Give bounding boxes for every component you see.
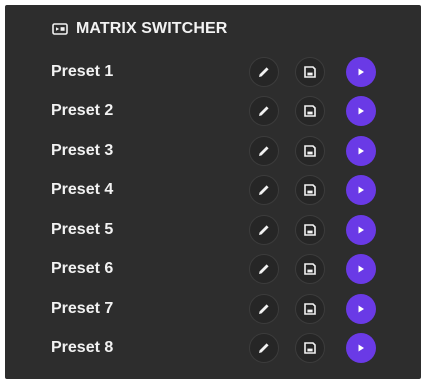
preset-list: Preset 1 Preset 2 Preset 3 Preset 4 Pres… (5, 52, 421, 368)
preset-label: Preset 3 (51, 141, 114, 159)
edit-preset-button[interactable] (249, 293, 279, 324)
pencil-icon (259, 264, 269, 275)
edit-preset-button[interactable] (249, 214, 279, 245)
save-preset-button[interactable] (295, 333, 325, 364)
video-input-icon (52, 21, 68, 37)
preset-row: Preset 2 (5, 92, 421, 132)
run-preset-button[interactable] (346, 333, 376, 364)
run-preset-button[interactable] (346, 214, 376, 245)
play-icon (358, 107, 364, 115)
edit-preset-button[interactable] (249, 333, 279, 364)
preset-row: Preset 4 (5, 171, 421, 211)
pencil-icon (259, 343, 269, 354)
save-preset-button[interactable] (295, 56, 325, 87)
preset-label: Preset 2 (51, 102, 114, 120)
preset-row: Preset 1 (5, 52, 421, 92)
save-preset-button[interactable] (295, 135, 325, 166)
edit-preset-button[interactable] (249, 254, 279, 285)
edit-preset-button[interactable] (249, 135, 279, 166)
save-preset-button[interactable] (295, 254, 325, 285)
save-icon (304, 263, 316, 276)
edit-preset-button[interactable] (249, 175, 279, 206)
save-preset-button[interactable] (295, 175, 325, 206)
save-preset-button[interactable] (295, 214, 325, 245)
play-icon (358, 68, 364, 76)
save-icon (304, 65, 316, 78)
play-icon (358, 186, 364, 194)
run-preset-button[interactable] (346, 135, 376, 166)
play-icon (358, 265, 364, 273)
save-icon (304, 223, 316, 236)
pencil-icon (259, 185, 269, 196)
save-preset-button[interactable] (295, 293, 325, 324)
preset-row: Preset 7 (5, 289, 421, 329)
save-icon (304, 342, 316, 355)
edit-preset-button[interactable] (249, 56, 279, 87)
save-icon (304, 302, 316, 315)
panel-title: MATRIX SWITCHER (76, 20, 228, 37)
pencil-icon (259, 304, 269, 314)
play-icon (358, 226, 364, 234)
run-preset-button[interactable] (346, 56, 376, 87)
run-preset-button[interactable] (346, 175, 376, 206)
preset-label: Preset 7 (51, 299, 114, 317)
preset-row: Preset 5 (5, 210, 421, 250)
preset-label: Preset 4 (51, 181, 114, 199)
preset-row: Preset 3 (5, 131, 421, 171)
edit-preset-button[interactable] (249, 96, 279, 127)
run-preset-button[interactable] (346, 293, 376, 324)
preset-label: Preset 6 (51, 260, 114, 278)
play-icon (358, 344, 364, 352)
save-icon (304, 105, 316, 118)
preset-row: Preset 8 (5, 329, 421, 369)
pencil-icon (259, 146, 269, 156)
panel-header: MATRIX SWITCHER (52, 17, 227, 41)
save-icon (304, 184, 316, 197)
save-preset-button[interactable] (295, 96, 325, 127)
preset-label: Preset 8 (51, 339, 114, 357)
run-preset-button[interactable] (346, 254, 376, 285)
pencil-icon (259, 67, 269, 77)
matrix-switcher-panel: MATRIX SWITCHER Preset 1 Preset 2 Preset… (5, 5, 421, 379)
pencil-icon (259, 225, 269, 235)
play-icon (358, 305, 364, 313)
preset-label: Preset 5 (51, 220, 114, 238)
save-icon (304, 144, 316, 157)
preset-label: Preset 1 (51, 62, 114, 80)
play-icon (358, 147, 364, 155)
preset-row: Preset 6 (5, 250, 421, 290)
run-preset-button[interactable] (346, 96, 376, 127)
pencil-icon (259, 106, 269, 117)
